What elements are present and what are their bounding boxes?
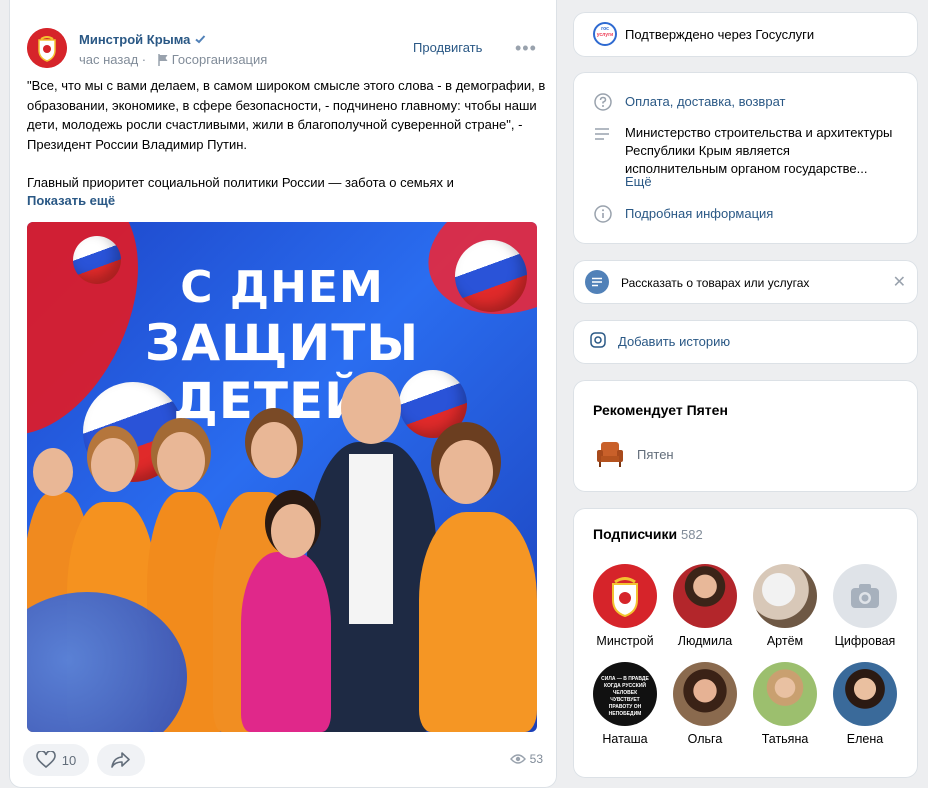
post-card: Минстрой Крыма час назад · Госорганизаци…: [9, 0, 557, 788]
post-author[interactable]: Минстрой Крыма: [79, 32, 206, 47]
post-header: Минстрой Крыма час назад · Госорганизаци…: [27, 28, 537, 72]
subscribers-card: Подписчики 582 Минстрой Людмила Артём Ци…: [573, 508, 918, 778]
description-icon: [595, 128, 609, 140]
heart-icon: [35, 751, 56, 769]
subscriber-name[interactable]: Артём: [745, 634, 825, 648]
post-time[interactable]: час назад: [79, 52, 138, 67]
child-head: [91, 438, 135, 492]
gosuslugi-label: Подтверждено через Госуслуги: [625, 27, 815, 42]
post-footer: 10 53: [23, 744, 543, 778]
eye-icon: [509, 754, 526, 764]
instagram-icon: [590, 332, 606, 348]
share-icon: [111, 752, 130, 768]
subscriber-name[interactable]: Ольга: [665, 732, 745, 746]
list-icon: [592, 277, 602, 287]
products-card[interactable]: Рассказать о товарах или услугах ✕: [573, 260, 918, 304]
add-story-card[interactable]: Добавить историю: [573, 320, 918, 364]
recommend-item-name[interactable]: Пятен: [637, 446, 674, 464]
views-counter: 53: [509, 752, 543, 766]
details-link[interactable]: Подробная информация: [625, 206, 773, 221]
org-type: Госорганизация: [171, 52, 268, 67]
subscriber-name[interactable]: Татьяна: [745, 732, 825, 746]
recommend-card: Рекомендует Пятен Пятен: [573, 380, 918, 492]
promote-button[interactable]: Продвигать: [413, 40, 482, 55]
child-head: [157, 432, 205, 490]
camera-icon: [851, 584, 879, 608]
subscriber-avatar[interactable]: [753, 564, 817, 628]
subscriber-avatar[interactable]: [753, 662, 817, 726]
description-more-link[interactable]: Ещё: [625, 174, 652, 189]
products-icon: [585, 270, 609, 294]
info-icon: [594, 205, 612, 223]
avatar-quote-text: СИЛА — В ПРАВДЕ КОГДА РУССКИЙ ЧЕЛОВЕК ЧУ…: [601, 676, 649, 717]
subscriber-avatar[interactable]: [593, 564, 657, 628]
subscriber-name[interactable]: Людмила: [665, 634, 745, 648]
info-card: Оплата, доставка, возврат Министерство с…: [573, 72, 918, 244]
like-button[interactable]: 10: [23, 744, 89, 776]
child-head: [271, 504, 315, 558]
question-icon: [594, 93, 612, 111]
flag-icon: [157, 54, 168, 66]
adult-head: [341, 372, 401, 444]
show-more-link[interactable]: Показать ещё: [27, 193, 115, 208]
add-story-label: Добавить историю: [618, 334, 731, 349]
subscriber-name[interactable]: Минстрой: [585, 634, 665, 648]
post-text-paragraph-1: "Все, что мы с вами делаем, в самом широ…: [27, 78, 546, 152]
subscriber-avatar[interactable]: [673, 662, 737, 726]
verified-icon: [195, 35, 206, 44]
subscribers-count: 582: [681, 527, 703, 542]
crimea-emblem-icon: [27, 28, 67, 68]
like-count: 10: [61, 752, 77, 768]
post-meta: час назад · Госорганизация: [79, 52, 268, 67]
subscriber-avatar[interactable]: [833, 564, 897, 628]
child-head: [251, 422, 297, 478]
gosuslugi-card[interactable]: гос услуги Подтверждено через Госуслуги: [573, 12, 918, 57]
products-label: Рассказать о товарах или услугах: [621, 276, 810, 290]
post-text: "Все, что мы с вами делаем, в самом широ…: [27, 76, 547, 212]
armchair-icon[interactable]: [595, 440, 625, 468]
subscribers-title[interactable]: Подписчики 582: [593, 526, 703, 542]
child-figure: [241, 552, 331, 732]
subscriber-name[interactable]: Наташа: [585, 732, 665, 746]
subscriber-avatar[interactable]: [673, 564, 737, 628]
close-icon[interactable]: ✕: [893, 272, 906, 292]
community-avatar[interactable]: [27, 28, 67, 68]
child-head: [439, 440, 493, 504]
post-image[interactable]: С ДНЕМ ЗАЩИТЫ ДЕТЕЙ!: [27, 222, 537, 732]
views-count: 53: [529, 752, 543, 766]
payment-delivery-link[interactable]: Оплата, доставка, возврат: [625, 94, 785, 109]
child-figure: [419, 512, 537, 732]
crimea-emblem-icon: [612, 577, 638, 618]
subscriber-name[interactable]: Цифровая: [825, 634, 905, 648]
gosuslugi-logo-text: гос услуги: [596, 26, 614, 38]
post-author-name[interactable]: Минстрой Крыма: [79, 32, 190, 47]
subscribers-title-text: Подписчики: [593, 526, 678, 542]
gosuslugi-logo: гос услуги: [593, 22, 617, 46]
post-text-paragraph-2: Главный приоритет социальной политики Ро…: [27, 175, 454, 190]
subscriber-avatar[interactable]: [833, 662, 897, 726]
image-title-line-1: С ДНЕМ: [180, 262, 384, 313]
community-description: Министерство строительства и архитектуры…: [625, 125, 893, 176]
share-button[interactable]: [97, 744, 145, 776]
more-options-icon[interactable]: •••: [515, 38, 537, 59]
subscriber-name[interactable]: Елена: [825, 732, 905, 746]
child-head: [33, 448, 73, 496]
recommend-title: Рекомендует Пятен: [593, 402, 728, 418]
subscriber-avatar[interactable]: СИЛА — В ПРАВДЕ КОГДА РУССКИЙ ЧЕЛОВЕК ЧУ…: [593, 662, 657, 726]
image-title-line-2: ЗАЩИТЫ ДЕТЕЙ!: [144, 314, 420, 430]
shirt: [349, 454, 393, 624]
